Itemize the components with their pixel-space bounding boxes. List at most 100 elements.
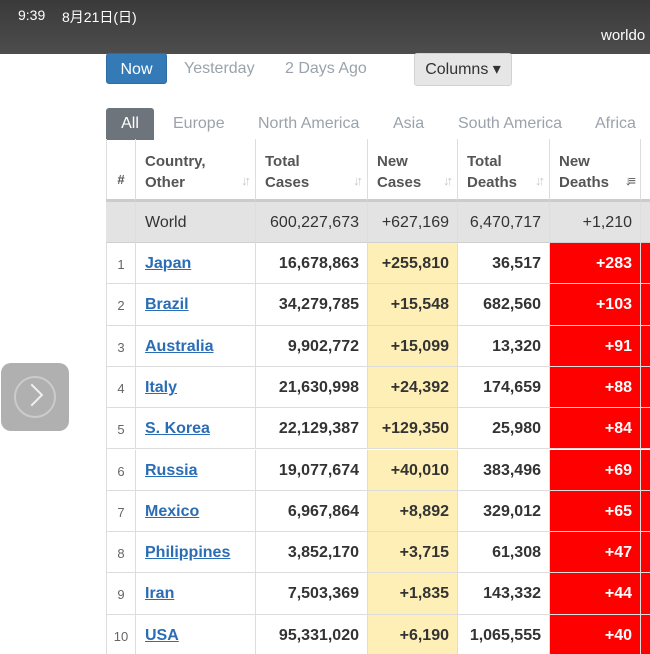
country-link[interactable]: USA	[145, 627, 179, 645]
row-rank: 2	[117, 298, 125, 314]
tab-africa[interactable]: Africa	[595, 108, 636, 140]
total-cases-value: 19,077,674	[278, 461, 359, 479]
table-row: 3 Australia 9,902,772 +15,099 13,320 +91	[106, 325, 650, 367]
row-rank: 9	[117, 587, 125, 603]
header-new-cases-line1: New	[377, 153, 408, 170]
tab-asia[interactable]: Asia	[393, 108, 424, 140]
table-row: 10 USA 95,331,020 +6,190 1,065,555 +40	[106, 614, 650, 654]
status-date: 8月21日(日)	[62, 9, 137, 25]
header-total-cases[interactable]: Total Cases ↓↑	[256, 139, 368, 202]
page-root: 9:39 8月21日(日) worldo Now Yesterday 2 Day…	[0, 0, 650, 654]
header-country-line1: Country,	[145, 153, 206, 170]
country-link[interactable]: Russia	[145, 462, 197, 480]
total-cases-value: 95,331,020	[278, 626, 359, 644]
total-cases-value: 16,678,863	[278, 255, 359, 272]
header-new-deaths[interactable]: New Deaths ↓≡	[550, 139, 641, 202]
new-cases-value: +15,099	[390, 337, 449, 355]
country-link[interactable]: Japan	[145, 255, 191, 273]
header-total-deaths-line1: Total	[467, 153, 502, 170]
total-deaths-value: 143,332	[483, 585, 541, 603]
two-days-ago-button[interactable]: 2 Days Ago	[285, 53, 367, 84]
country-link[interactable]: Philippines	[145, 544, 230, 562]
total-cases-value: 3,852,170	[287, 544, 359, 562]
table-row: 7 Mexico 6,967,864 +8,892 329,012 +65	[106, 490, 650, 533]
new-cases-value: +129,350	[381, 420, 449, 438]
header-total-deaths-line2: Deaths	[467, 174, 518, 191]
tab-all[interactable]: All	[106, 108, 154, 140]
header-rank[interactable]: #	[106, 139, 136, 202]
world-new-cases: +627,169	[381, 214, 449, 231]
sort-desc-icon: ↓≡	[624, 173, 636, 188]
row-rank: 4	[117, 380, 125, 396]
row-rank: 1	[117, 257, 125, 272]
country-link[interactable]: Iran	[145, 585, 174, 603]
total-deaths-value: 329,012	[483, 502, 541, 520]
new-cases-value: +255,810	[381, 255, 449, 272]
total-cases-value: 21,630,998	[278, 378, 359, 396]
now-button[interactable]: Now	[106, 53, 167, 84]
world-new-deaths: +1,210	[582, 214, 632, 231]
total-deaths-value: 36,517	[492, 255, 541, 272]
status-time: 9:39	[18, 7, 46, 23]
total-deaths-value: 174,659	[483, 378, 541, 396]
table-row: 5 S. Korea 22,129,387 +129,350 25,980 +8…	[106, 408, 650, 450]
new-cases-value: +6,190	[399, 626, 449, 644]
header-new-deaths-line1: New	[559, 153, 590, 170]
total-cases-value: 22,129,387	[278, 420, 359, 438]
world-total-deaths: 6,470,717	[469, 214, 541, 231]
sort-icon: ↓↑	[241, 173, 251, 188]
address-bar-url[interactable]: worldo	[601, 27, 645, 44]
total-deaths-value: 13,320	[492, 337, 541, 355]
sort-icon: ↓↑	[353, 173, 363, 188]
new-deaths-value: +91	[604, 337, 632, 355]
new-deaths-value: +44	[604, 585, 632, 603]
header-new-cases[interactable]: New Cases ↓↑	[368, 139, 458, 202]
side-next-button[interactable]	[1, 363, 69, 431]
total-deaths-value: 61,308	[492, 544, 541, 562]
country-link[interactable]: Mexico	[145, 503, 199, 521]
country-link[interactable]: Italy	[145, 379, 177, 397]
world-name: World	[145, 214, 187, 231]
new-cases-value: +8,892	[399, 502, 449, 520]
tab-north-america[interactable]: North America	[258, 108, 359, 140]
total-cases-value: 34,279,785	[278, 296, 359, 314]
new-deaths-value: +103	[595, 296, 632, 314]
total-cases-value: 6,967,864	[287, 502, 359, 520]
country-link[interactable]: Brazil	[145, 296, 189, 314]
tab-south-america[interactable]: South America	[458, 108, 562, 140]
row-rank: 6	[117, 463, 125, 479]
country-link[interactable]: Australia	[145, 338, 213, 356]
new-deaths-value: +65	[604, 502, 632, 520]
world-total-cases: 600,227,673	[270, 214, 359, 231]
covid-table: # Country, Other ↓↑ Total Cases ↓↑ New C…	[106, 139, 650, 654]
total-deaths-value: 383,496	[483, 461, 541, 479]
header-next-column	[641, 139, 650, 202]
new-cases-value: +24,392	[390, 378, 449, 396]
new-cases-value: +40,010	[390, 461, 449, 479]
header-total-deaths[interactable]: Total Deaths ↓↑	[458, 139, 550, 202]
header-new-cases-line2: Cases	[377, 174, 422, 191]
new-cases-value: +3,715	[399, 544, 449, 562]
new-deaths-value: +47	[604, 544, 632, 562]
header-total-cases-line2: Cases	[265, 174, 310, 191]
new-cases-value: +1,835	[399, 585, 449, 603]
yesterday-button[interactable]: Yesterday	[184, 53, 255, 84]
new-deaths-value: +283	[595, 255, 632, 272]
country-link[interactable]: S. Korea	[145, 420, 210, 438]
total-cases-value: 7,503,369	[287, 585, 359, 603]
table-row: 4 Italy 21,630,998 +24,392 174,659 +88	[106, 366, 650, 409]
tab-europe[interactable]: Europe	[173, 108, 225, 140]
header-new-deaths-line2: Deaths	[559, 174, 610, 191]
new-deaths-value: +69	[604, 461, 632, 479]
columns-dropdown-button[interactable]: Columns ▾	[414, 53, 512, 86]
total-deaths-value: 25,980	[492, 420, 541, 438]
total-deaths-value: 682,560	[483, 296, 541, 314]
new-deaths-value: +84	[604, 420, 632, 438]
sort-icon: ↓↑	[535, 173, 545, 188]
header-country-line2: Other	[145, 174, 186, 191]
header-country[interactable]: Country, Other ↓↑	[136, 139, 256, 202]
row-rank: 5	[117, 422, 125, 438]
world-total-row: World 600,227,673 +627,169 6,470,717 +1,…	[106, 202, 650, 243]
total-cases-value: 9,902,772	[287, 337, 359, 355]
total-deaths-value: 1,065,555	[469, 626, 541, 644]
